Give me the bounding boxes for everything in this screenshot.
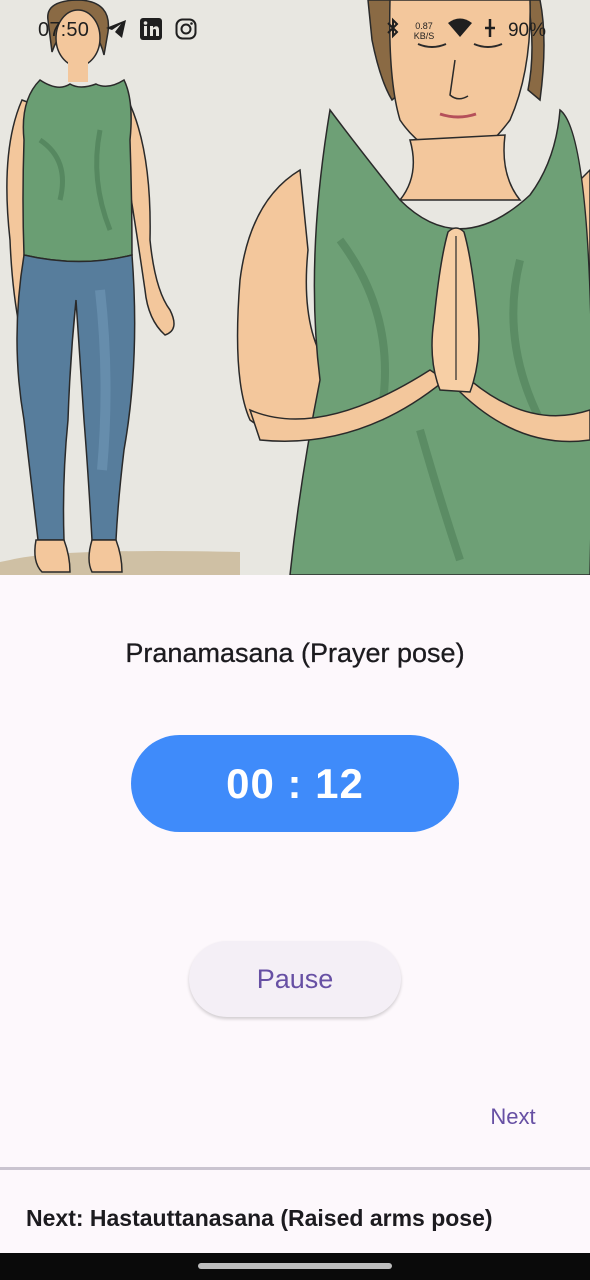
notification-icons [105,18,197,45]
linkedin-icon [140,18,162,45]
timer-display: 00 : 12 [131,735,459,832]
next-pose-text: Next: Hastauttanasana (Raised arms pose) [26,1205,493,1231]
pause-button[interactable]: Pause [189,941,401,1017]
telegram-icon [105,19,127,44]
pose-illustration [0,0,590,575]
divider [0,1167,590,1170]
system-navigation-bar [0,1253,590,1280]
battery-level: 90% [507,19,546,41]
status-time: 07:50 [38,19,90,41]
instagram-icon [175,18,197,45]
next-button-label: Next [490,1104,536,1129]
prayer-pose-illustration-svg [0,0,590,575]
next-button[interactable]: Next [476,1095,550,1139]
wifi-icon [447,18,472,43]
battery-saver-icon [482,17,498,44]
network-speed-value: 0.87 [415,20,433,31]
timer-value: 00 : 12 [226,759,364,807]
home-indicator[interactable] [198,1263,392,1269]
network-speed: 0.87 KB/S [410,21,438,41]
bluetooth-icon [386,17,400,44]
status-bar: 07:50 0.87 KB/S 90% [0,0,590,62]
pause-button-label: Pause [256,963,334,994]
network-speed-unit: KB/S [413,30,435,41]
pose-title: Pranamasana (Prayer pose) [125,638,465,668]
system-status-icons: 0.87 KB/S 90% [386,17,546,44]
